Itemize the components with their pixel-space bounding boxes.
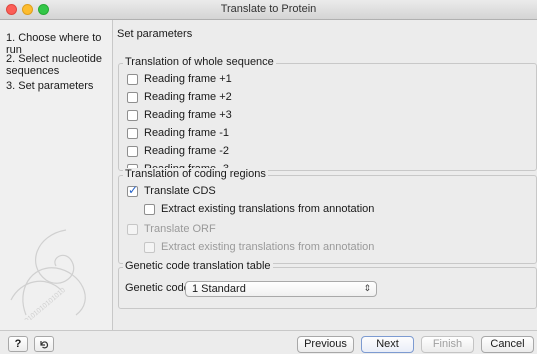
translate-orf-checkbox[interactable] — [127, 223, 138, 235]
reading-frame-plus1-checkbox[interactable] — [127, 73, 138, 85]
svg-text:0101010101010: 0101010101010 — [24, 287, 67, 320]
genetic-code-selected-value: 1 Standard — [192, 283, 246, 295]
step-select-sequences: 2. Select nucleotide sequences — [6, 53, 103, 77]
wizard-footer: ? Previous Next Finish Cancel — [0, 330, 537, 354]
reset-button[interactable] — [34, 336, 54, 352]
cds-extract-translations-option[interactable]: Extract existing translations from annot… — [144, 202, 374, 216]
page-title: Set parameters — [117, 28, 193, 40]
translate-cds-option[interactable]: Translate CDS — [127, 183, 216, 198]
reading-frame-plus1-option[interactable]: Reading frame +1 — [127, 72, 232, 86]
whole-sequence-group: Translation of whole sequence Reading fr… — [118, 56, 537, 175]
genetic-code-group: Genetic code translation table Genetic c… — [118, 260, 537, 309]
reading-frame-minus1-option[interactable]: Reading frame -1 — [127, 126, 229, 140]
coding-regions-group-title: Translation of coding regions — [123, 168, 268, 180]
genetic-code-label: Genetic code — [125, 282, 190, 294]
reading-frame-plus3-option[interactable]: Reading frame +3 — [127, 108, 232, 122]
wizard-step-sidebar: 1. Choose where to run 2. Select nucleot… — [0, 20, 113, 330]
help-icon: ? — [14, 338, 22, 350]
reading-frame-minus2-checkbox[interactable] — [127, 145, 138, 157]
reading-frame-plus3-label: Reading frame +3 — [144, 109, 232, 121]
reading-frame-plus2-option[interactable]: Reading frame +2 — [127, 90, 232, 104]
select-arrows-icon: ⇕ — [363, 284, 371, 294]
translate-cds-label: Translate CDS — [144, 185, 216, 197]
cds-extract-translations-label: Extract existing translations from annot… — [161, 203, 375, 215]
clc-watermark-logo-icon: 0101010101010 — [10, 229, 86, 320]
next-button[interactable]: Next — [361, 336, 414, 353]
translate-cds-checkbox[interactable] — [127, 183, 138, 197]
orf-extract-translations-checkbox[interactable] — [144, 241, 155, 253]
reading-frame-plus2-label: Reading frame +2 — [144, 91, 232, 103]
whole-sequence-group-title: Translation of whole sequence — [123, 56, 276, 68]
coding-regions-group: Translation of coding regions Translate … — [118, 168, 537, 264]
reading-frame-plus3-checkbox[interactable] — [127, 109, 138, 121]
reading-frame-minus2-label: Reading frame -2 — [144, 145, 229, 157]
translate-orf-label: Translate ORF — [144, 223, 216, 235]
previous-button[interactable]: Previous — [297, 336, 354, 353]
genetic-code-select[interactable]: 1 Standard ⇕ — [185, 281, 377, 297]
window-title: Translate to Protein — [220, 3, 317, 15]
finish-button[interactable]: Finish — [421, 336, 474, 353]
step-set-parameters: 3. Set parameters — [6, 80, 94, 92]
reset-icon — [40, 341, 49, 349]
reading-frame-minus1-checkbox[interactable] — [127, 127, 138, 139]
cds-extract-translations-checkbox[interactable] — [144, 203, 155, 215]
reading-frame-minus2-option[interactable]: Reading frame -2 — [127, 144, 229, 158]
cancel-button[interactable]: Cancel — [481, 336, 534, 353]
reading-frame-plus2-checkbox[interactable] — [127, 91, 138, 103]
reading-frame-plus1-label: Reading frame +1 — [144, 73, 232, 85]
reading-frame-minus1-label: Reading frame -1 — [144, 127, 229, 139]
window-titlebar: Translate to Protein — [0, 0, 537, 20]
orf-extract-translations-option[interactable]: Extract existing translations from annot… — [144, 240, 374, 254]
translate-orf-option[interactable]: Translate ORF — [127, 222, 216, 236]
parameters-panel: Set parameters Translation of whole sequ… — [113, 20, 537, 330]
help-button[interactable]: ? — [8, 336, 28, 352]
orf-extract-translations-label: Extract existing translations from annot… — [161, 241, 375, 253]
genetic-code-group-title: Genetic code translation table — [123, 260, 273, 272]
